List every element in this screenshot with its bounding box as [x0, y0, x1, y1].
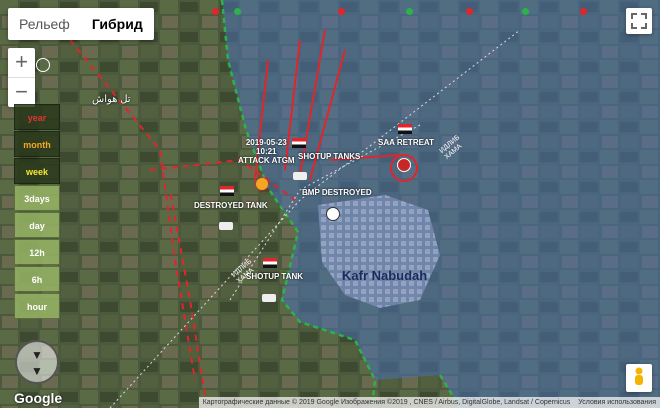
google-logo: Google	[14, 390, 63, 406]
fullscreen-button[interactable]	[626, 8, 652, 34]
time-filter-week-button[interactable]: week	[14, 158, 60, 184]
terms-link[interactable]: Условия использования	[578, 397, 656, 408]
time-filter-hour-button[interactable]: hour	[14, 293, 60, 319]
satellite-map[interactable]	[0, 0, 660, 408]
map-type-control: Рельеф Гибрид	[8, 8, 154, 40]
event-shotup-tanks[interactable]: SHOTUP TANKS	[298, 152, 360, 161]
event-saa-retreat[interactable]: SAA RETREAT	[378, 138, 434, 147]
event-attack-atgm[interactable]: 2019-05-23 10:21 ATTACK ATGM	[238, 138, 295, 165]
explosion-icon[interactable]	[256, 178, 268, 190]
time-filter-day-button[interactable]: day	[14, 212, 60, 238]
tank-icon[interactable]	[219, 222, 233, 230]
flag-icon	[220, 186, 234, 196]
marker-dot[interactable]	[580, 8, 587, 15]
zoom-control: + −	[8, 48, 35, 107]
event-destroyed-tank[interactable]: DESTROYED TANK	[194, 201, 268, 210]
chevron-up-icon[interactable]: ▼	[31, 348, 43, 362]
place-label-kafr-nabudah: Kafr Nabudah	[342, 268, 428, 283]
fullscreen-icon	[631, 13, 647, 29]
bmp-icon[interactable]	[326, 207, 340, 221]
time-filter-6h-button[interactable]: 6h	[14, 266, 60, 292]
flag-icon	[263, 258, 277, 268]
attribution-bar: Картографические данные © 2019 Google Из…	[198, 397, 660, 408]
marker-dot[interactable]	[466, 8, 473, 15]
chevron-down-icon[interactable]: ▼	[31, 364, 43, 378]
marker-dot[interactable]	[234, 8, 241, 15]
marker-dot[interactable]	[522, 8, 529, 15]
map-type-hybrid-button[interactable]: Гибрид	[81, 8, 154, 40]
time-filter-year-button[interactable]: year	[14, 104, 60, 130]
street-view-pegman[interactable]	[626, 364, 652, 392]
pegman-icon	[635, 367, 643, 385]
zoom-in-button[interactable]: +	[8, 48, 35, 77]
marker-dot[interactable]	[338, 8, 345, 15]
event-label: SHOTUP TANKS	[298, 152, 361, 161]
pan-control[interactable]: ▼ ▼	[15, 340, 59, 384]
map-data-attribution: Картографические данные © 2019 Google Из…	[202, 399, 571, 406]
soldier-icon[interactable]	[397, 158, 411, 172]
marker-dot[interactable]	[212, 8, 219, 15]
flag-icon	[398, 124, 412, 134]
time-filter-12h-button[interactable]: 12h	[14, 239, 60, 265]
time-filter-3days-button[interactable]: 3days	[14, 185, 60, 211]
clock-icon[interactable]	[36, 58, 50, 72]
zoom-out-button[interactable]: −	[8, 77, 35, 107]
map-type-relief-button[interactable]: Рельеф	[8, 8, 81, 40]
event-label: SAA RETREAT	[378, 138, 434, 147]
tank-icon[interactable]	[293, 172, 307, 180]
marker-dot[interactable]	[406, 8, 413, 15]
event-bmp-destroyed[interactable]: BMP DESTROYED	[302, 188, 372, 197]
tank-icon[interactable]	[262, 294, 276, 302]
time-filter-month-button[interactable]: month	[14, 131, 60, 157]
event-date: 2019-05-23	[245, 138, 287, 147]
event-label: BMP DESTROYED	[302, 188, 372, 197]
event-label: DESTROYED TANK	[194, 201, 268, 210]
place-label-arabic: تل هواش	[92, 94, 131, 105]
event-label: ATTACK ATGM	[238, 156, 295, 165]
time-filter-bar: year month week 3days day 12h 6h hour	[14, 104, 60, 320]
event-time: 10:21	[256, 147, 277, 156]
